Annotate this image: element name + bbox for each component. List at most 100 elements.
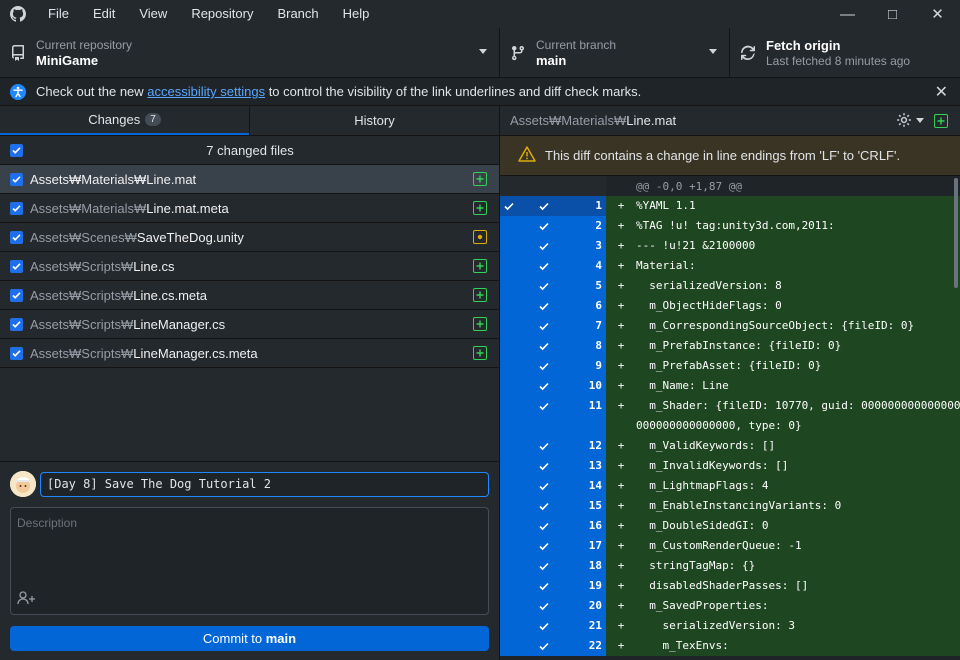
diff-line-select[interactable]: [500, 376, 518, 396]
diff-line-check-icon[interactable]: [518, 516, 570, 536]
diff-line-select[interactable]: [500, 256, 518, 276]
select-all-checkbox[interactable]: [10, 143, 23, 157]
diff-settings-button[interactable]: [896, 112, 924, 128]
diff-line-check-icon[interactable]: [518, 476, 570, 496]
diff-line[interactable]: 3 + --- !u!21 &2100000: [500, 236, 960, 256]
close-window-icon[interactable]: ✕: [915, 0, 960, 28]
diff-line[interactable]: 9 + m_PrefabAsset: {fileID: 0}: [500, 356, 960, 376]
diff-line[interactable]: 000000000000000, type: 0}: [500, 416, 960, 436]
fetch-origin-button[interactable]: Fetch origin Last fetched 8 minutes ago: [730, 28, 960, 78]
file-checkbox[interactable]: [10, 346, 23, 360]
diff-line[interactable]: 18 + stringTagMap: {}: [500, 556, 960, 576]
diff-line-check-icon[interactable]: [518, 416, 570, 436]
file-checkbox[interactable]: [10, 201, 23, 215]
diff-line-select[interactable]: [500, 596, 518, 616]
close-icon[interactable]: ✕: [935, 82, 948, 102]
diff-line-select[interactable]: [500, 416, 518, 436]
diff-line[interactable]: 1 + %YAML 1.1: [500, 196, 960, 216]
diff-line-select[interactable]: [500, 496, 518, 516]
diff-line[interactable]: 11 + m_Shader: {fileID: 10770, guid: 0000…: [500, 396, 960, 416]
file-row[interactable]: Assets₩Scripts₩ LineManager.cs.meta: [0, 339, 499, 368]
tab-history[interactable]: History: [249, 106, 499, 135]
diff-line[interactable]: 13 + m_InvalidKeywords: []: [500, 456, 960, 476]
diff-line[interactable]: 4 + Material:: [500, 256, 960, 276]
diff-line-select[interactable]: [500, 216, 518, 236]
diff-line-select[interactable]: [500, 276, 518, 296]
diff-line-select[interactable]: [500, 616, 518, 636]
diff-line-select[interactable]: [500, 356, 518, 376]
diff-line-select[interactable]: [500, 576, 518, 596]
diff-line-check-icon[interactable]: [518, 336, 570, 356]
file-checkbox[interactable]: [10, 172, 23, 186]
diff-line[interactable]: 21 + serializedVersion: 3: [500, 616, 960, 636]
commit-description-input[interactable]: Description: [10, 507, 489, 615]
diff-line-check-icon[interactable]: [518, 376, 570, 396]
diff-line-select[interactable]: [500, 456, 518, 476]
commit-summary-input[interactable]: [Day 8] Save The Dog Tutorial 2: [40, 472, 489, 497]
menu-view[interactable]: View: [127, 0, 179, 28]
diff-line-select[interactable]: [500, 636, 518, 656]
diff-line-check-icon[interactable]: [518, 636, 570, 656]
diff-line-check-icon[interactable]: [518, 436, 570, 456]
diff-line[interactable]: 6 + m_ObjectHideFlags: 0: [500, 296, 960, 316]
diff-line-check-icon[interactable]: [518, 396, 570, 416]
file-checkbox[interactable]: [10, 259, 23, 273]
diff-line-check-icon[interactable]: [518, 276, 570, 296]
diff-line[interactable]: 22 + m_TexEnvs:: [500, 636, 960, 656]
diff-line-select[interactable]: [500, 476, 518, 496]
file-checkbox[interactable]: [10, 317, 23, 331]
diff-line[interactable]: 19 + disabledShaderPasses: []: [500, 576, 960, 596]
diff-line-check-icon[interactable]: [518, 316, 570, 336]
add-coauthor-icon[interactable]: [17, 591, 37, 608]
diff-line[interactable]: 2 + %TAG !u! tag:unity3d.com,2011:: [500, 216, 960, 236]
diff-line-select[interactable]: [500, 436, 518, 456]
menu-edit[interactable]: Edit: [81, 0, 127, 28]
diff-line-check-icon[interactable]: [518, 236, 570, 256]
diff-line-check-icon[interactable]: [518, 496, 570, 516]
diff-line-select[interactable]: [500, 536, 518, 556]
menu-repository[interactable]: Repository: [179, 0, 265, 28]
maximize-icon[interactable]: □: [870, 0, 915, 28]
diff-line-check-icon[interactable]: [518, 596, 570, 616]
diff-line-check-icon[interactable]: [518, 216, 570, 236]
diff-line-check-icon[interactable]: [518, 356, 570, 376]
diff-line[interactable]: 12 + m_ValidKeywords: []: [500, 436, 960, 456]
diff-line-check-icon[interactable]: [518, 296, 570, 316]
diff-line-select[interactable]: [500, 396, 518, 416]
diff-line[interactable]: 15 + m_EnableInstancingVariants: 0: [500, 496, 960, 516]
diff-line[interactable]: 20 + m_SavedProperties:: [500, 596, 960, 616]
diff-line-select[interactable]: [500, 556, 518, 576]
file-checkbox[interactable]: [10, 230, 23, 244]
diff-line-check-icon[interactable]: [518, 556, 570, 576]
file-row[interactable]: Assets₩Materials₩ Line.mat.meta: [0, 194, 499, 223]
menu-file[interactable]: File: [36, 0, 81, 28]
diff-line-select[interactable]: [500, 196, 518, 216]
file-row[interactable]: Assets₩Scenes₩ SaveTheDog.unity: [0, 223, 499, 252]
diff-line-select[interactable]: [500, 316, 518, 336]
file-row[interactable]: Assets₩Materials₩ Line.mat: [0, 165, 499, 194]
diff-line[interactable]: 8 + m_PrefabInstance: {fileID: 0}: [500, 336, 960, 356]
file-row[interactable]: Assets₩Scripts₩ Line.cs.meta: [0, 281, 499, 310]
scrollbar[interactable]: [954, 178, 958, 288]
file-row[interactable]: Assets₩Scripts₩ Line.cs: [0, 252, 499, 281]
diff-line-select[interactable]: [500, 236, 518, 256]
accessibility-settings-link[interactable]: accessibility settings: [147, 84, 265, 99]
diff-line[interactable]: 7 + m_CorrespondingSourceObject: {fileID:…: [500, 316, 960, 336]
diff-line[interactable]: 16 + m_DoubleSidedGI: 0: [500, 516, 960, 536]
diff-line[interactable]: 17 + m_CustomRenderQueue: -1: [500, 536, 960, 556]
diff-line-check-icon[interactable]: [518, 536, 570, 556]
diff-line-select[interactable]: [500, 336, 518, 356]
current-branch-button[interactable]: Current branch main: [500, 28, 730, 78]
menu-branch[interactable]: Branch: [265, 0, 330, 28]
commit-button[interactable]: Commit to main: [10, 626, 489, 651]
file-row[interactable]: Assets₩Scripts₩ LineManager.cs: [0, 310, 499, 339]
file-checkbox[interactable]: [10, 288, 23, 302]
diff-line[interactable]: 10 + m_Name: Line: [500, 376, 960, 396]
diff-line-check-icon[interactable]: [518, 576, 570, 596]
diff-line-check-icon[interactable]: [518, 456, 570, 476]
minimize-icon[interactable]: —: [825, 0, 870, 28]
diff-line-check-icon[interactable]: [518, 256, 570, 276]
tab-changes[interactable]: Changes 7: [0, 106, 249, 135]
diff-line-check-icon[interactable]: [518, 196, 570, 216]
diff-line[interactable]: 5 + serializedVersion: 8: [500, 276, 960, 296]
